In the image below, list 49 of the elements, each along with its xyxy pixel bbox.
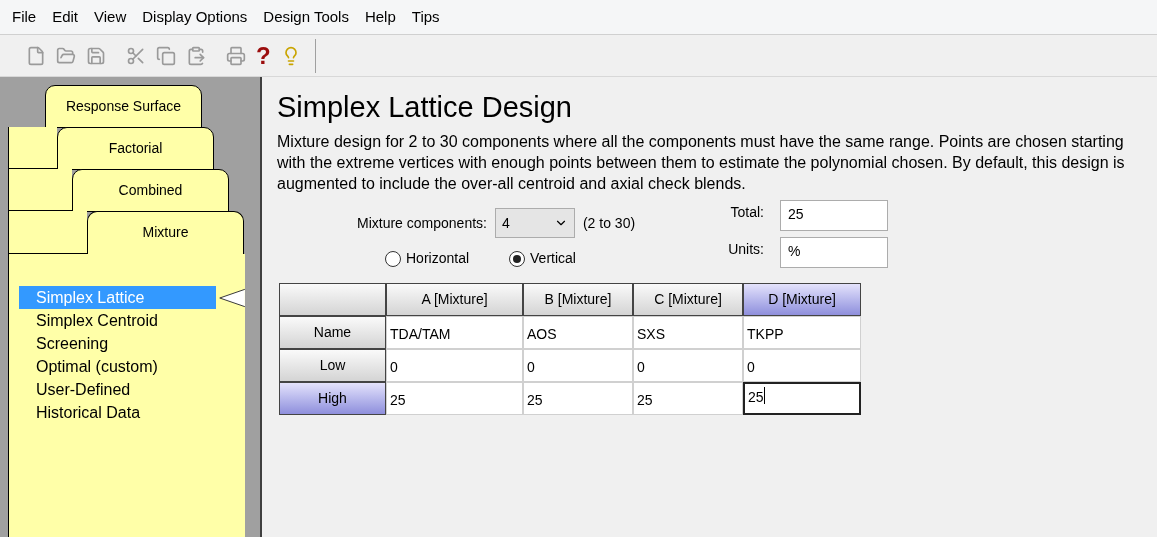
tab-page-edge — [8, 169, 72, 211]
table-cell[interactable]: 0 — [386, 349, 523, 382]
design-list-item[interactable]: Screening — [19, 332, 223, 355]
design-tab[interactable]: Mixture — [87, 211, 244, 254]
table-cell[interactable]: 25 — [743, 382, 861, 415]
column-header[interactable]: A [Mixture] — [386, 283, 523, 316]
components-dropdown[interactable]: 4 — [494, 208, 575, 238]
components-label: Mixture components: — [357, 213, 487, 233]
menu-item[interactable]: Display Options — [142, 5, 248, 29]
column-header[interactable]: B [Mixture] — [523, 283, 633, 316]
menu-item[interactable]: Tips — [411, 5, 440, 29]
design-list-item[interactable]: Simplex Centroid — [19, 309, 223, 332]
menu-item[interactable]: File — [12, 5, 37, 29]
row-header[interactable]: High — [279, 382, 386, 415]
column-header[interactable]: C [Mixture] — [633, 283, 743, 316]
design-list-item[interactable]: Historical Data — [19, 401, 223, 424]
menu-item[interactable]: View — [94, 5, 127, 29]
units-label: Units: — [727, 240, 764, 259]
design-tab[interactable]: Response Surface — [45, 85, 202, 128]
design-tab[interactable]: Factorial — [57, 127, 214, 170]
tab-page-edge — [8, 127, 57, 169]
row-header[interactable]: Low — [279, 349, 386, 382]
table-cell[interactable]: 25 — [386, 382, 523, 415]
design-title: Simplex Lattice Design — [277, 90, 573, 125]
total-field[interactable]: 25 — [780, 200, 888, 231]
table-cell[interactable]: 0 — [633, 349, 743, 382]
table-cell[interactable]: SXS — [633, 316, 743, 349]
table-cell[interactable]: TKPP — [743, 316, 861, 349]
help-button[interactable]: ? — [256, 43, 271, 68]
orientation-radio[interactable]: Horizontal — [385, 248, 470, 269]
table-cell[interactable]: TDA/TAM — [386, 316, 523, 349]
design-description: Mixture design for 2 to 30 components where all the components must have the same range. Points are chosen starting with the extreme vertices with enough points between them to estimate the polynomial chosen. By default, this design is augmented to include the over-all centroid and axial check blends. — [277, 132, 1126, 194]
table-cell[interactable]: 0 — [743, 349, 861, 382]
design-tab[interactable]: Combined — [72, 169, 229, 212]
design-list-item[interactable]: Optimal (custom) — [19, 355, 223, 378]
orientation-radio[interactable]: Vertical — [509, 248, 576, 269]
menu-item[interactable]: Design Tools — [263, 5, 349, 29]
total-label: Total: — [729, 203, 764, 222]
menu-item[interactable]: Edit — [52, 5, 79, 29]
table-cell[interactable]: AOS — [523, 316, 633, 349]
range-hint: (2 to 30) — [582, 213, 636, 233]
menu-item[interactable]: Help — [364, 5, 396, 29]
table-cell[interactable]: 25 — [523, 382, 633, 415]
table-cell[interactable]: 25 — [633, 382, 743, 415]
units-field[interactable]: % — [780, 237, 888, 268]
row-header[interactable]: Name — [279, 316, 386, 349]
column-header[interactable]: D [Mixture] — [743, 283, 861, 316]
design-list-item[interactable]: User-Defined — [19, 378, 223, 401]
table-cell[interactable]: 0 — [523, 349, 633, 382]
